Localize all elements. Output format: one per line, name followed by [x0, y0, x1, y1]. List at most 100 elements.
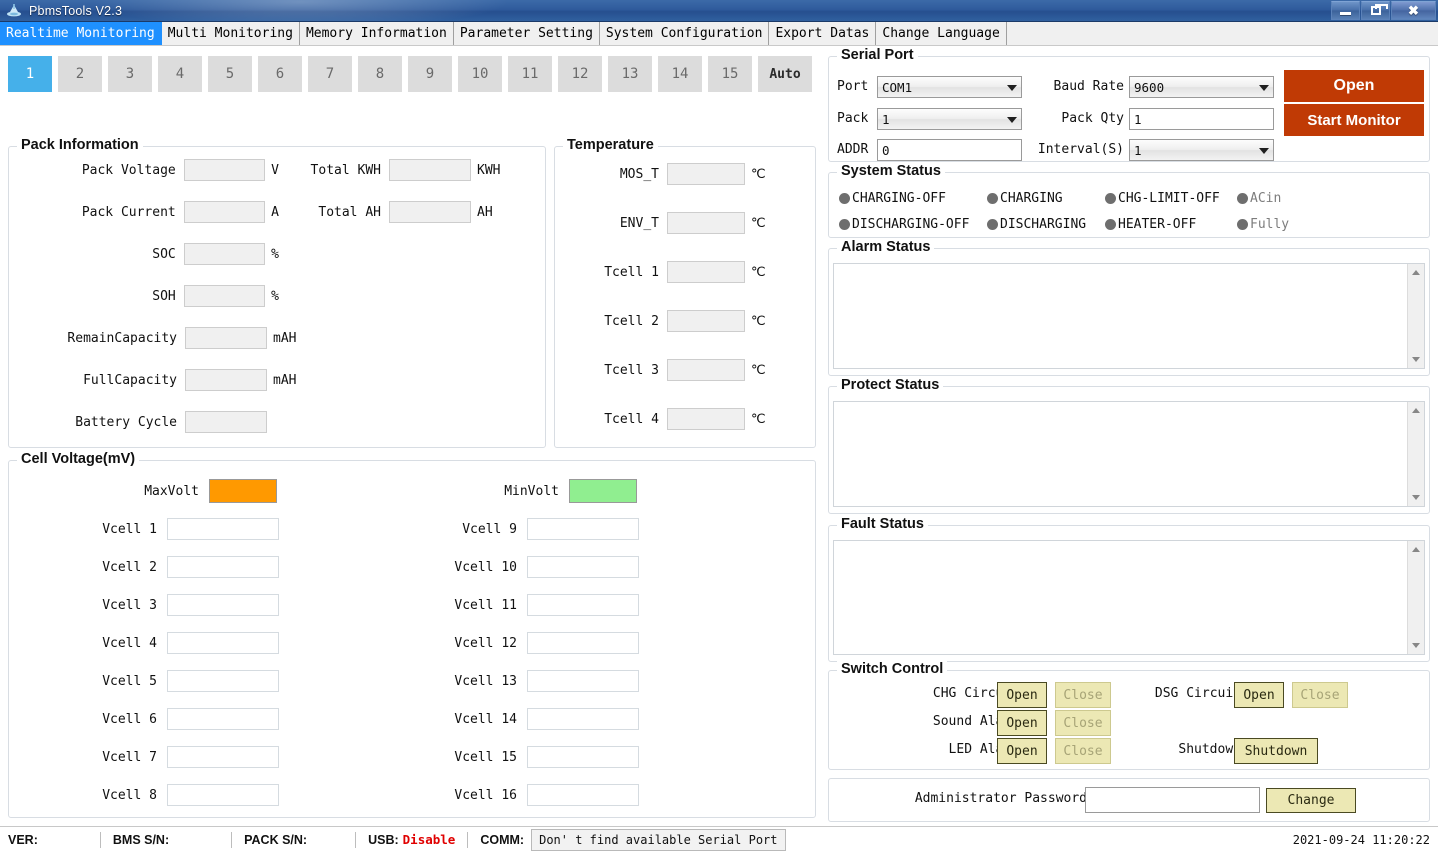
- vcell-6-field[interactable]: [167, 708, 279, 730]
- vcell-3-field[interactable]: [167, 594, 279, 616]
- tab-realtime-monitoring[interactable]: Realtime Monitoring: [0, 22, 162, 45]
- restore-icon[interactable]: [1361, 1, 1390, 20]
- administrator-panel: Administrator Password Change: [828, 778, 1430, 822]
- pack-button-8[interactable]: 8: [358, 56, 402, 92]
- pack-button-1[interactable]: 1: [8, 56, 52, 92]
- pack-button-10[interactable]: 10: [458, 56, 502, 92]
- baud-rate-select[interactable]: 9600: [1129, 76, 1274, 98]
- pack-button-9[interactable]: 9: [408, 56, 452, 92]
- chg-circuit-open-button[interactable]: Open: [997, 682, 1047, 708]
- tcell-4-unit: ℃: [751, 412, 766, 427]
- vcell-5-field[interactable]: [167, 670, 279, 692]
- fault-status-list[interactable]: [833, 540, 1425, 655]
- vcell-8-field[interactable]: [167, 784, 279, 806]
- protect-status-list[interactable]: [833, 401, 1425, 507]
- pack-button-14[interactable]: 14: [658, 56, 702, 92]
- led-alarm-open-button[interactable]: Open: [997, 738, 1047, 764]
- start-monitor-button[interactable]: Start Monitor: [1284, 104, 1424, 136]
- sound-alarm-close-button[interactable]: Close: [1055, 710, 1111, 736]
- pack-button-15[interactable]: 15: [708, 56, 752, 92]
- chg-circuit-close-button[interactable]: Close: [1055, 682, 1111, 708]
- tcell-2-field[interactable]: [667, 310, 745, 332]
- tcell-4-field[interactable]: [667, 408, 745, 430]
- pack-voltage-field[interactable]: [184, 159, 265, 181]
- vcell-12-field[interactable]: [527, 632, 639, 654]
- tab-parameter-setting[interactable]: Parameter Setting: [454, 22, 600, 45]
- pack-button-5[interactable]: 5: [208, 56, 252, 92]
- vcell-7-field[interactable]: [167, 746, 279, 768]
- tab-system-configuration[interactable]: System Configuration: [600, 22, 770, 45]
- max-volt-label: MaxVolt: [9, 484, 199, 499]
- interval-select[interactable]: 1: [1129, 139, 1274, 161]
- scroll-up-icon[interactable]: [1408, 264, 1425, 281]
- soh-field[interactable]: [184, 285, 265, 307]
- shutdown-button[interactable]: Shutdown: [1234, 738, 1318, 764]
- close-icon[interactable]: ✖: [1391, 1, 1436, 20]
- addr-label: ADDR: [837, 142, 879, 157]
- pack-button-11[interactable]: 11: [508, 56, 552, 92]
- pack-select[interactable]: 1: [877, 108, 1022, 130]
- battery-cycle-field[interactable]: [185, 411, 267, 433]
- scroll-down-icon[interactable]: [1408, 637, 1425, 654]
- env-t-label: ENV_T: [555, 216, 659, 231]
- status-heater-off-label: HEATER-OFF: [1118, 217, 1196, 232]
- scroll-down-icon[interactable]: [1408, 351, 1425, 368]
- remain-capacity-field[interactable]: [185, 327, 267, 349]
- pack-button-4[interactable]: 4: [158, 56, 202, 92]
- pack-button-3[interactable]: 3: [108, 56, 152, 92]
- vcell-13-label: Vcell 13: [369, 674, 517, 689]
- pack-button-13[interactable]: 13: [608, 56, 652, 92]
- tab-multi-monitoring[interactable]: Multi Monitoring: [162, 22, 300, 45]
- administrator-password-input[interactable]: [1085, 787, 1260, 813]
- dsg-circuit-open-button[interactable]: Open: [1234, 682, 1284, 708]
- alarm-status-list[interactable]: [833, 263, 1425, 369]
- vcell-1-field[interactable]: [167, 518, 279, 540]
- tcell-3-field[interactable]: [667, 359, 745, 381]
- comm-message: Don' t find available Serial Port: [531, 829, 785, 851]
- full-capacity-field[interactable]: [185, 369, 267, 391]
- pack-button-auto[interactable]: Auto: [758, 56, 812, 92]
- alarm-status-scrollbar[interactable]: [1407, 264, 1424, 368]
- vcell-10-field[interactable]: [527, 556, 639, 578]
- change-password-button[interactable]: Change: [1266, 788, 1356, 813]
- vcell-2-field[interactable]: [167, 556, 279, 578]
- tab-export-datas[interactable]: Export Datas: [769, 22, 876, 45]
- window-title: PbmsTools V2.3: [29, 4, 122, 18]
- vcell-9-field[interactable]: [527, 518, 639, 540]
- pack-button-7[interactable]: 7: [308, 56, 352, 92]
- addr-input[interactable]: 0: [877, 139, 1022, 161]
- vcell-4-field[interactable]: [167, 632, 279, 654]
- total-kwh-field[interactable]: [389, 159, 471, 181]
- scroll-down-icon[interactable]: [1408, 489, 1425, 506]
- pack-button-12[interactable]: 12: [558, 56, 602, 92]
- vcell-11-field[interactable]: [527, 594, 639, 616]
- tab-change-language[interactable]: Change Language: [876, 22, 1006, 45]
- tab-memory-information[interactable]: Memory Information: [300, 22, 454, 45]
- sound-alarm-open-button[interactable]: Open: [997, 710, 1047, 736]
- env-t-field[interactable]: [667, 212, 745, 234]
- pack-button-6[interactable]: 6: [258, 56, 302, 92]
- open-button[interactable]: Open: [1284, 70, 1424, 102]
- fault-status-scrollbar[interactable]: [1407, 541, 1424, 654]
- tcell-1-field[interactable]: [667, 261, 745, 283]
- scroll-up-icon[interactable]: [1408, 541, 1425, 558]
- protect-status-legend: Protect Status: [837, 377, 943, 393]
- vcell-15-field[interactable]: [527, 746, 639, 768]
- led-alarm-close-button[interactable]: Close: [1055, 738, 1111, 764]
- total-ah-field[interactable]: [389, 201, 471, 223]
- port-select[interactable]: COM1: [877, 76, 1022, 98]
- vcell-2-label: Vcell 2: [9, 560, 157, 575]
- pack-current-field[interactable]: [184, 201, 265, 223]
- scroll-up-icon[interactable]: [1408, 402, 1425, 419]
- dsg-circuit-close-button[interactable]: Close: [1292, 682, 1348, 708]
- pack-qty-input[interactable]: 1: [1129, 108, 1274, 130]
- vcell-14-field[interactable]: [527, 708, 639, 730]
- full-capacity-unit: mAH: [273, 373, 296, 388]
- protect-status-scrollbar[interactable]: [1407, 402, 1424, 506]
- vcell-13-field[interactable]: [527, 670, 639, 692]
- vcell-16-field[interactable]: [527, 784, 639, 806]
- minimize-icon[interactable]: [1331, 1, 1360, 20]
- mos-t-field[interactable]: [667, 163, 745, 185]
- soc-field[interactable]: [184, 243, 265, 265]
- pack-button-2[interactable]: 2: [58, 56, 102, 92]
